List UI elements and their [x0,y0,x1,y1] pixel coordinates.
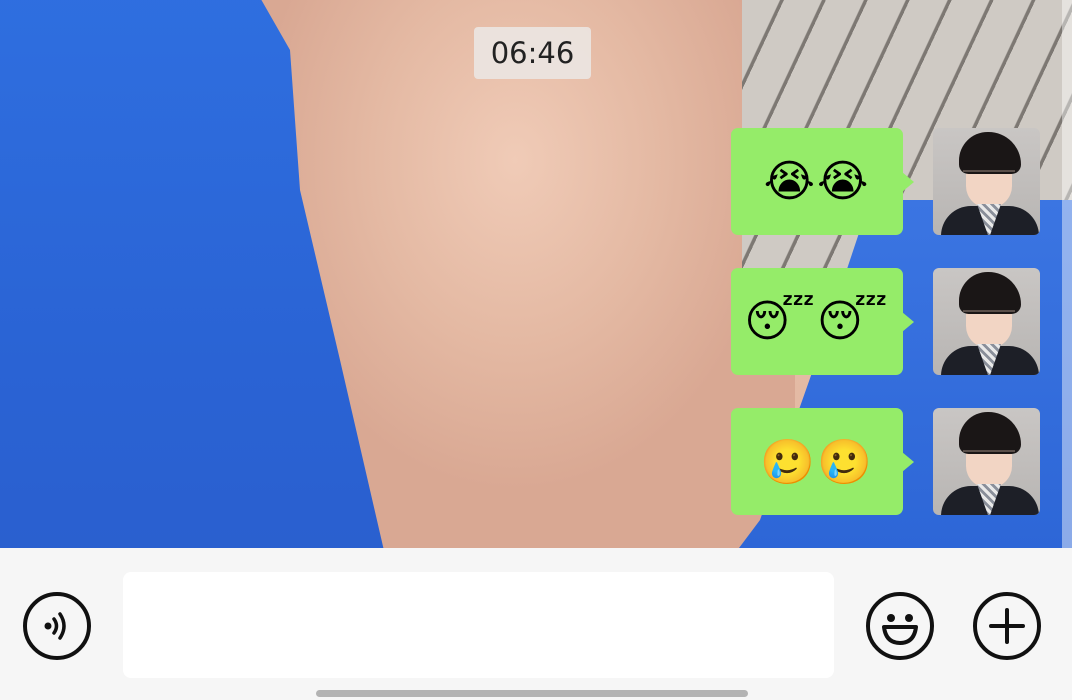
avatar[interactable] [933,128,1040,235]
avatar[interactable] [933,408,1040,515]
message-text: 😭😭 [763,156,871,207]
voice-input-button[interactable] [23,592,91,660]
home-indicator[interactable] [316,690,748,697]
voice-icon [44,612,66,640]
message-text: 😴😴 [744,296,890,347]
message-bubble[interactable]: 😴😴 [731,268,914,375]
message-text: 🥲🥲 [760,436,874,488]
emoji-icon [882,614,918,645]
message-input[interactable] [123,572,834,678]
emoji-button[interactable] [866,592,934,660]
more-options-button[interactable] [973,592,1041,660]
avatar[interactable] [933,268,1040,375]
message-bubble[interactable]: 🥲🥲 [731,408,914,515]
message-timestamp: 06:46 [474,27,591,79]
scroll-edge [1062,0,1072,548]
message-bubble[interactable]: 😭😭 [731,128,914,235]
plus-icon [989,608,1025,644]
